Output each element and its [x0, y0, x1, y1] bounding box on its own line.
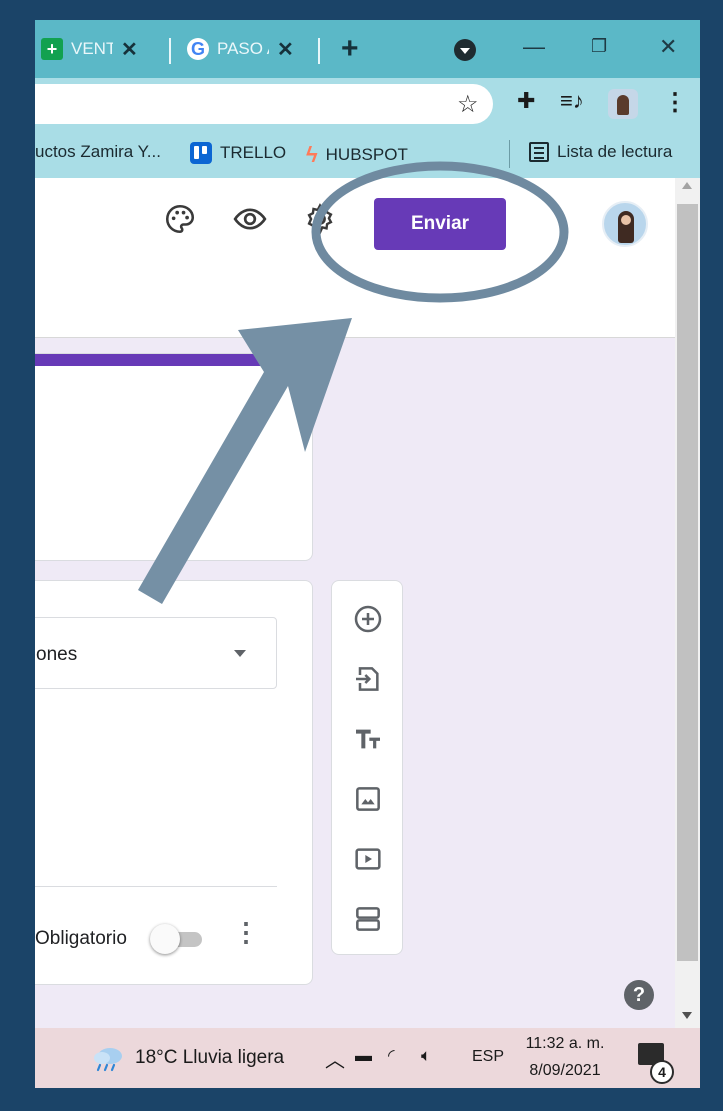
sheets-icon: + — [41, 38, 63, 60]
tab-separator — [318, 38, 320, 64]
wifi-icon[interactable]: ◜ — [388, 1046, 395, 1066]
volume-icon[interactable]: 🔈︎ — [421, 1046, 431, 1066]
google-icon: G — [187, 38, 209, 60]
add-section-icon[interactable] — [352, 903, 384, 935]
clock-time[interactable]: 11:32 a. m. — [525, 1035, 605, 1053]
weather-label: Lluvia ligera — [182, 1047, 285, 1068]
accent-bar — [35, 354, 312, 366]
add-video-icon[interactable] — [352, 843, 384, 875]
page-scrollbar[interactable] — [675, 178, 700, 1028]
help-icon[interactable]: ? — [624, 980, 654, 1010]
tab-separator — [169, 38, 171, 64]
tab-strip: + VENTA ✕ G PASO A ✕ + — ❐ ✕ — [35, 20, 700, 78]
forms-header: Enviar — [35, 178, 675, 338]
import-questions-icon[interactable] — [352, 663, 384, 695]
tab-paso[interactable]: G PASO A ✕ — [187, 30, 294, 68]
bookmark-label: uctos Zamira Y... — [35, 142, 161, 161]
trello-icon — [190, 142, 212, 164]
new-tab-button[interactable]: + — [341, 34, 359, 64]
bookmark-label: HUBSPOT — [325, 145, 408, 164]
battery-icon[interactable]: ▬ — [355, 1046, 372, 1066]
bookmarks-bar: uctos Zamira Y... TRELLO ϟ HUBSPOT Lista… — [35, 130, 700, 178]
extensions-icon[interactable]: ✚ — [517, 88, 535, 114]
window-close-icon[interactable]: ✕ — [659, 34, 677, 60]
required-toggle[interactable] — [150, 924, 206, 954]
temperature: 18°C — [135, 1047, 178, 1068]
minimize-icon[interactable]: — — [523, 34, 545, 60]
star-icon[interactable]: ☆ — [457, 90, 479, 119]
preview-eye-icon[interactable] — [233, 202, 267, 236]
add-question-icon[interactable] — [352, 603, 384, 635]
close-icon[interactable]: ✕ — [121, 37, 138, 62]
avatar[interactable] — [602, 201, 648, 247]
card-divider — [35, 886, 277, 887]
browser-toolbar: ☆ ✚ ≡♪ ⋮ — [35, 78, 700, 130]
weather-rain-cloud-icon[interactable] — [90, 1043, 126, 1073]
close-icon[interactable]: ✕ — [277, 37, 294, 62]
bookmark-label: TRELLO — [220, 143, 287, 162]
windows-taskbar: 18°C Lluvia ligera ︿ ▬ ◜ 🔈︎ ESP 11:32 a.… — [35, 1028, 700, 1088]
tab-search-icon[interactable] — [454, 39, 476, 61]
settings-gear-icon[interactable] — [303, 202, 337, 236]
scroll-up-arrow-icon[interactable] — [682, 182, 692, 189]
clock-date[interactable]: 8/09/2021 — [525, 1062, 605, 1080]
reading-list[interactable]: Lista de lectura — [529, 142, 672, 162]
profile-icon[interactable] — [608, 89, 638, 119]
notification-count-badge: 4 — [650, 1060, 674, 1084]
bookmark-trello[interactable]: TRELLO — [190, 142, 286, 164]
reading-list-icon — [529, 142, 549, 162]
palette-icon[interactable] — [163, 202, 197, 236]
more-options-icon[interactable]: ⋮ — [233, 917, 259, 948]
screen: + VENTA ✕ G PASO A ✕ + — ❐ ✕ ☆ ✚ ≡♪ ⋮ uc… — [35, 20, 700, 1088]
tab-label: PASO A — [217, 39, 269, 58]
toggle-knob — [150, 924, 180, 954]
form-title-card[interactable] — [35, 353, 313, 561]
bookmark-hubspot[interactable]: ϟ HUBSPOT — [306, 142, 408, 168]
tray-chevron-up-icon[interactable]: ︿ — [325, 1044, 345, 1073]
bookmark-separator — [509, 140, 510, 168]
question-card[interactable]: ones Obligatorio ⋮ — [35, 580, 313, 985]
menu-icon[interactable]: ⋮ — [663, 88, 687, 117]
tab-venta[interactable]: + VENTA ✕ — [41, 30, 138, 68]
tab-label: VENTA — [71, 39, 113, 58]
question-type-select[interactable]: ones — [35, 617, 277, 689]
dropdown-caret-icon — [234, 650, 246, 657]
language-indicator[interactable]: ESP — [472, 1048, 504, 1066]
question-toolbar — [331, 580, 403, 955]
send-button[interactable]: Enviar — [374, 198, 506, 250]
restore-icon[interactable]: ❐ — [591, 36, 607, 57]
address-bar[interactable]: ☆ — [35, 84, 493, 124]
reading-list-label: Lista de lectura — [557, 142, 673, 161]
bookmark-zamira[interactable]: uctos Zamira Y... — [35, 142, 161, 162]
required-label: Obligatorio — [35, 928, 127, 949]
scroll-down-arrow-icon[interactable] — [682, 1012, 692, 1019]
media-control-icon[interactable]: ≡♪ — [560, 88, 584, 114]
add-title-icon[interactable] — [352, 723, 384, 755]
weather-summary[interactable]: 18°C Lluvia ligera — [135, 1047, 284, 1069]
add-image-icon[interactable] — [352, 783, 384, 815]
scroll-thumb[interactable] — [677, 204, 698, 961]
hubspot-icon: ϟ — [306, 142, 318, 167]
question-type-label: ones — [36, 644, 78, 665]
